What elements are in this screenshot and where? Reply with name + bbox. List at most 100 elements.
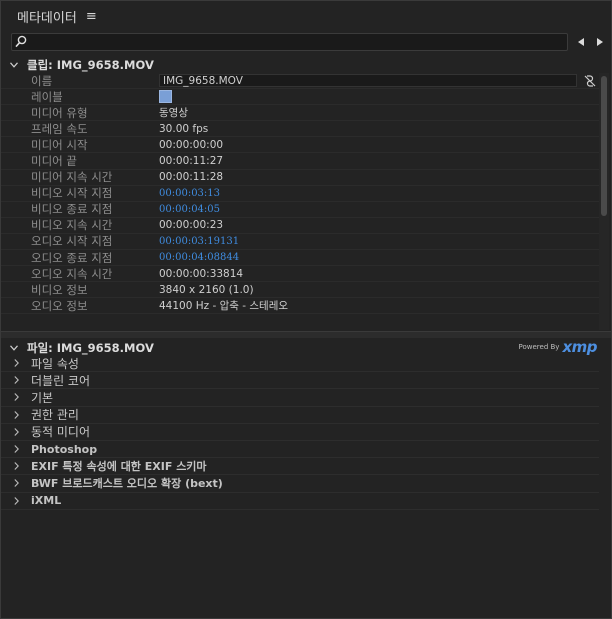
next-button[interactable] bbox=[590, 33, 609, 51]
clip-section-title: 클립: IMG_9658.MOV bbox=[27, 57, 154, 73]
row-label: 오디오 시작 지점 bbox=[31, 234, 113, 249]
row-value: 00:00:00:00 bbox=[159, 138, 224, 151]
schema-label: EXIF 특정 속성에 대한 EXIF 스키마 bbox=[31, 460, 207, 474]
previous-button[interactable] bbox=[571, 33, 590, 51]
row-label: 오디오 종료 지점 bbox=[31, 250, 113, 265]
file-schema-list: 파일 속성 더블린 코어 기본 권한 관리 동적 미디어 Photoshop E… bbox=[1, 355, 599, 510]
panel-header: 메타데이터 ≡ bbox=[1, 1, 611, 32]
file-filename: IMG_9658.MOV bbox=[56, 340, 154, 355]
file-section-title: 파일: IMG_9658.MOV bbox=[27, 340, 154, 356]
clip-metadata-grid: 이름 IMG_9658.MOV 레이블 미디어 유형 동영상 프레임 속도 30… bbox=[1, 73, 599, 315]
metadata-row: 비디오 정보 3840 x 2160 (1.0) bbox=[1, 282, 599, 299]
schema-label: BWF 브로드캐스트 오디오 확장 (bext) bbox=[31, 477, 223, 491]
chevron-down-icon[interactable] bbox=[1, 61, 27, 68]
schema-label: 기본 bbox=[31, 390, 54, 405]
chevron-right-icon[interactable] bbox=[1, 376, 31, 385]
chevron-right-icon[interactable] bbox=[1, 496, 31, 505]
chevron-right-icon[interactable] bbox=[1, 410, 31, 419]
row-label: 프레임 속도 bbox=[31, 121, 88, 136]
metadata-row: 미디어 지속 시간 00:00:11:28 bbox=[1, 170, 599, 186]
row-value: 동영상 bbox=[159, 107, 188, 120]
row-value: 30.00 fps bbox=[159, 122, 209, 135]
unlink-icon[interactable] bbox=[583, 74, 597, 88]
schema-item[interactable]: 동적 미디어 bbox=[1, 424, 599, 441]
xmp-logo: Powered By xmp bbox=[518, 338, 598, 356]
timecode-link[interactable]: 00:00:03:19131 bbox=[159, 236, 239, 247]
timecode-link[interactable]: 00:00:03:13 bbox=[159, 188, 220, 199]
scroll-thumb[interactable] bbox=[601, 76, 607, 216]
panel-title: 메타데이터 bbox=[17, 11, 77, 26]
schema-label: 권한 관리 bbox=[31, 408, 79, 423]
row-value: 3840 x 2160 (1.0) bbox=[159, 283, 254, 296]
metadata-row: 비디오 시작 지점 00:00:03:13 bbox=[1, 186, 599, 202]
clip-filename: IMG_9658.MOV bbox=[56, 57, 154, 72]
schema-label: 더블린 코어 bbox=[31, 373, 91, 388]
schema-label: 동적 미디어 bbox=[31, 425, 91, 440]
file-prefix: 파일: bbox=[27, 340, 57, 355]
metadata-row: 미디어 시작 00:00:00:00 bbox=[1, 137, 599, 154]
row-value: 00:00:11:28 bbox=[159, 171, 224, 184]
row-label: 미디어 끝 bbox=[31, 154, 77, 169]
clip-section-header[interactable]: 클립: IMG_9658.MOV bbox=[1, 57, 599, 72]
schema-item[interactable]: 권한 관리 bbox=[1, 407, 599, 424]
panel-divider[interactable] bbox=[1, 331, 611, 338]
chevron-right-icon[interactable] bbox=[1, 445, 31, 453]
schema-item[interactable]: iXML bbox=[1, 493, 599, 510]
triangle-left-icon bbox=[577, 38, 584, 46]
row-label: 미디어 유형 bbox=[31, 105, 88, 120]
xmp-logo-text: xmp bbox=[562, 338, 597, 356]
search-toolbar bbox=[1, 32, 611, 52]
triangle-right-icon bbox=[596, 38, 603, 46]
chevron-right-icon[interactable] bbox=[1, 393, 31, 402]
metadata-row: 미디어 유형 동영상 bbox=[1, 105, 599, 122]
metadata-row: 프레임 속도 30.00 fps bbox=[1, 121, 599, 138]
chevron-down-icon[interactable] bbox=[1, 344, 27, 351]
metadata-row: 미디어 끝 00:00:11:27 bbox=[1, 153, 599, 170]
clip-prefix: 클립: bbox=[27, 57, 57, 72]
row-label: 오디오 지속 시간 bbox=[31, 266, 113, 281]
name-field[interactable]: IMG_9658.MOV bbox=[159, 74, 577, 88]
schema-item[interactable]: 파일 속성 bbox=[1, 355, 599, 373]
search-icon bbox=[15, 35, 27, 48]
row-label: 오디오 정보 bbox=[31, 298, 88, 313]
panel-menu-icon[interactable]: ≡ bbox=[86, 9, 97, 24]
row-value: 00:00:00:23 bbox=[159, 219, 224, 232]
schema-item[interactable]: 기본 bbox=[1, 389, 599, 407]
chevron-right-icon[interactable] bbox=[1, 462, 31, 471]
schema-item[interactable]: BWF 브로드캐스트 오디오 확장 (bext) bbox=[1, 475, 599, 493]
clip-scrollbar[interactable] bbox=[599, 73, 609, 330]
row-label: 이름 bbox=[31, 73, 53, 88]
chevron-right-icon[interactable] bbox=[1, 479, 31, 488]
metadata-panel: 메타데이터 ≡ 클립: IMG_9658.MOV 이름 IMG_9658.MOV bbox=[0, 0, 612, 619]
chevron-right-icon[interactable] bbox=[1, 359, 31, 367]
metadata-row: 비디오 종료 지점 00:00:04:05 bbox=[1, 202, 599, 218]
schema-label: Photoshop bbox=[31, 442, 98, 456]
row-value: 44100 Hz - 압축 - 스테레오 bbox=[159, 300, 289, 313]
schema-item[interactable]: 더블린 코어 bbox=[1, 372, 599, 390]
row-label: 비디오 종료 지점 bbox=[31, 202, 113, 217]
schema-item[interactable]: Photoshop bbox=[1, 441, 599, 459]
powered-by-text: Powered By bbox=[518, 343, 560, 351]
label-color-swatch[interactable] bbox=[159, 90, 172, 104]
row-label: 비디오 지속 시간 bbox=[31, 218, 113, 233]
row-value: 00:00:11:27 bbox=[159, 155, 224, 168]
file-section-header[interactable]: 파일: IMG_9658.MOV bbox=[1, 340, 599, 355]
metadata-row-label: 레이블 bbox=[1, 89, 599, 106]
metadata-row: 오디오 지속 시간 00:00:00:33814 bbox=[1, 266, 599, 283]
chevron-right-icon[interactable] bbox=[1, 427, 31, 436]
row-label: 비디오 시작 지점 bbox=[31, 186, 113, 201]
metadata-row: 오디오 시작 지점 00:00:03:19131 bbox=[1, 234, 599, 251]
timecode-link[interactable]: 00:00:04:08844 bbox=[159, 252, 239, 263]
row-label: 미디어 시작 bbox=[31, 137, 88, 152]
timecode-link[interactable]: 00:00:04:05 bbox=[159, 204, 220, 215]
search-input[interactable] bbox=[11, 33, 568, 51]
metadata-row: 비디오 지속 시간 00:00:00:23 bbox=[1, 218, 599, 234]
schema-item[interactable]: EXIF 특정 속성에 대한 EXIF 스키마 bbox=[1, 458, 599, 476]
row-value: 00:00:00:33814 bbox=[159, 267, 244, 280]
metadata-row-name: 이름 IMG_9658.MOV bbox=[1, 73, 599, 90]
metadata-row: 오디오 정보 44100 Hz - 압축 - 스테레오 bbox=[1, 298, 599, 315]
schema-label: iXML bbox=[31, 494, 62, 508]
schema-label: 파일 속성 bbox=[31, 356, 79, 371]
metadata-row: 오디오 종료 지점 00:00:04:08844 bbox=[1, 250, 599, 267]
row-label: 미디어 지속 시간 bbox=[31, 170, 113, 185]
